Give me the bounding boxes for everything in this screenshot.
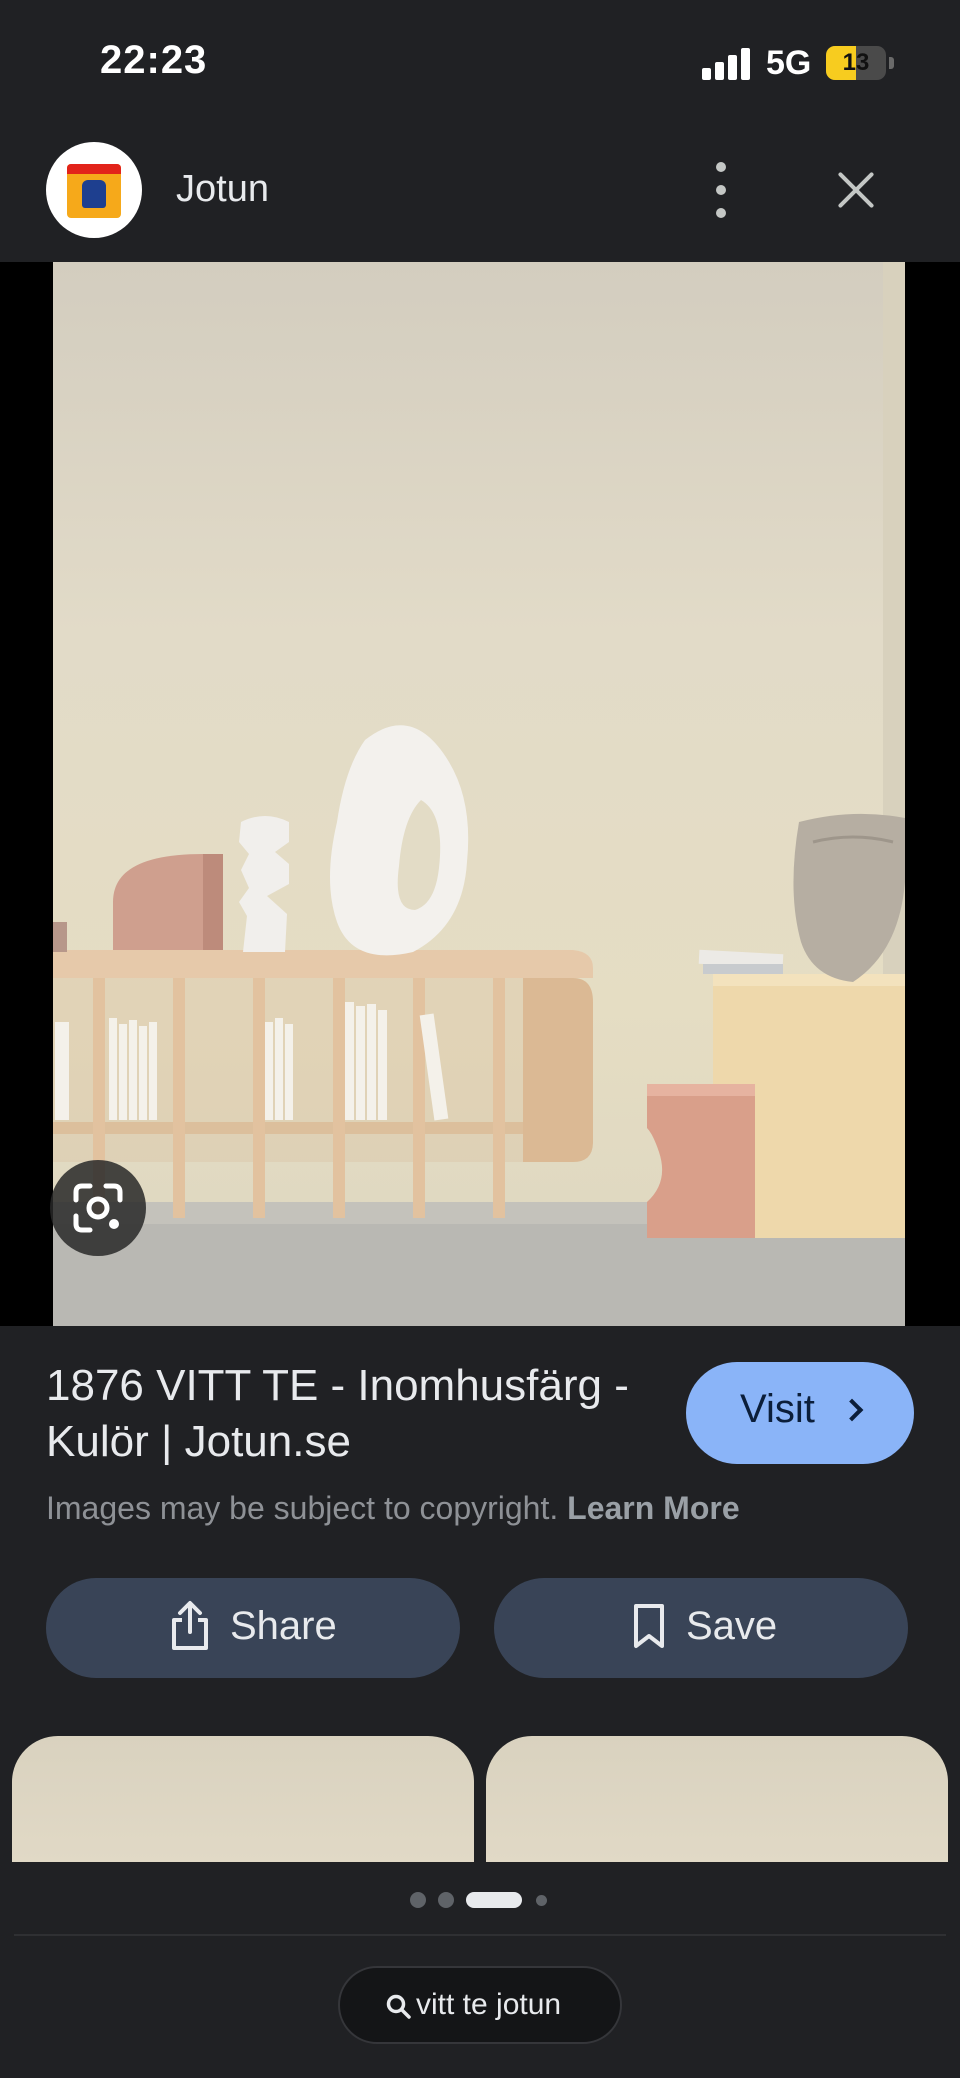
image-viewer[interactable] bbox=[0, 262, 960, 1326]
page-dot bbox=[536, 1895, 547, 1906]
battery-tip bbox=[889, 57, 894, 69]
save-label: Save bbox=[686, 1604, 778, 1648]
related-image-thumbnail[interactable] bbox=[12, 1736, 474, 1862]
signal-icon bbox=[702, 48, 752, 80]
copyright-notice: Images may be subject to copyright. Lear… bbox=[46, 1490, 740, 1527]
page-indicator bbox=[0, 1862, 960, 1934]
result-title[interactable]: 1876 VITT TE - Inomhusfärg - Kulör | Jot… bbox=[46, 1358, 666, 1470]
related-image-thumbnail[interactable] bbox=[486, 1736, 948, 1862]
search-icon bbox=[386, 1994, 411, 2019]
network-type: 5G bbox=[766, 44, 812, 82]
status-time: 22:23 bbox=[100, 38, 208, 82]
lens-search-icon[interactable] bbox=[50, 1160, 146, 1256]
page-dot-active bbox=[466, 1892, 522, 1908]
chevron-right-icon bbox=[840, 1398, 864, 1422]
save-button[interactable]: Save bbox=[494, 1578, 908, 1678]
learn-more-link[interactable]: Learn More bbox=[567, 1490, 739, 1526]
search-query: vitt te jotun bbox=[416, 1988, 562, 2021]
visit-label: Visit bbox=[740, 1387, 815, 1431]
jotun-logo-icon[interactable] bbox=[46, 142, 142, 238]
visit-button[interactable]: Visit bbox=[686, 1362, 914, 1464]
share-button[interactable]: Share bbox=[46, 1578, 460, 1678]
header: Jotun bbox=[0, 130, 960, 262]
status-bar: 22:23 5G 13 bbox=[0, 0, 960, 130]
site-name[interactable]: Jotun bbox=[176, 168, 269, 211]
battery-icon: 13 bbox=[826, 46, 886, 80]
share-icon bbox=[172, 1601, 208, 1650]
more-vert-icon[interactable] bbox=[700, 158, 742, 222]
bookmark-icon bbox=[634, 1604, 664, 1648]
copyright-text: Images may be subject to copyright. bbox=[46, 1490, 559, 1526]
close-icon[interactable] bbox=[826, 160, 886, 220]
result-image[interactable] bbox=[53, 262, 905, 1326]
divider bbox=[14, 1934, 946, 1936]
battery-level: 13 bbox=[842, 49, 870, 76]
page-dot bbox=[410, 1892, 426, 1908]
share-label: Share bbox=[230, 1604, 337, 1648]
search-query-chip[interactable]: vitt te jotun bbox=[338, 1966, 622, 2044]
page-dot bbox=[438, 1892, 454, 1908]
